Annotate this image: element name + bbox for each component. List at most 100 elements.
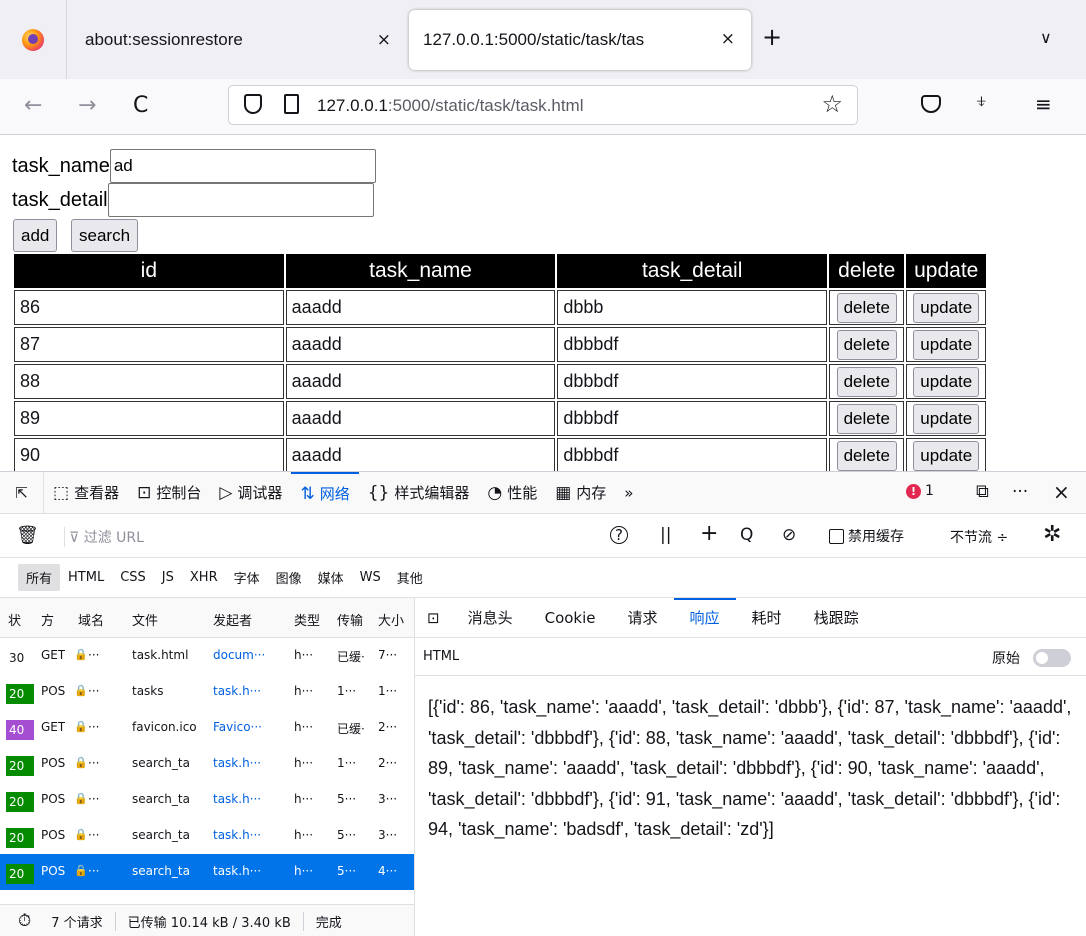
url-text[interactable]: 127.0.0.1:5000/static/task/task.html <box>317 96 584 116</box>
pocket-icon[interactable] <box>921 95 941 113</box>
request-row[interactable]: 30 🔒 GET ··· task.html docum··· h··· 已缓· 7··· <box>0 638 414 674</box>
update-button[interactable]: update <box>913 366 980 397</box>
type-filter-button[interactable]: 所有 <box>18 564 61 591</box>
url-bar[interactable]: 127.0.0.1:5000/static/task/task.html ☆ <box>228 85 858 125</box>
update-button[interactable]: update <box>913 403 980 434</box>
devtools-tab-network[interactable]: ⇅ 网络 <box>291 471 359 514</box>
throttle-select[interactable]: 不节流 ÷ <box>950 527 1008 547</box>
type-filter-button[interactable]: HTML <box>60 566 112 589</box>
devtools-tab-debugger[interactable]: ▷ 调试器 <box>210 472 291 514</box>
devtools-tab-memory[interactable]: ▦ 内存 <box>546 472 615 514</box>
error-count-badge[interactable]: ! 1 <box>906 483 934 499</box>
update-button[interactable]: update <box>913 329 980 360</box>
cell-task-name: aaadd <box>285 290 556 325</box>
error-count: 1 <box>925 483 934 499</box>
devtools-tab-performance[interactable]: ◔ 性能 <box>478 472 546 514</box>
response-tab[interactable]: 响应 <box>673 597 736 638</box>
reload-button[interactable]: C <box>133 93 148 118</box>
update-button[interactable]: update <box>913 292 980 323</box>
response-tab[interactable]: 栈跟踪 <box>798 598 875 638</box>
more-options-icon[interactable]: ··· <box>1012 482 1028 502</box>
type-filter-button[interactable]: 其他 <box>389 564 431 591</box>
search-icon[interactable]: Q <box>740 525 753 545</box>
tab-close-icon[interactable]: × <box>377 30 391 50</box>
tab-sessionrestore[interactable]: about:sessionrestore × <box>67 0 405 79</box>
checkbox-box[interactable] <box>829 528 844 544</box>
type-filter-button[interactable]: 字体 <box>226 564 268 591</box>
delete-button[interactable]: delete <box>836 366 897 397</box>
response-tab[interactable]: 请求 <box>612 598 674 638</box>
forward-button[interactable]: → <box>78 93 96 118</box>
page-info-icon[interactable] <box>284 94 299 114</box>
add-button[interactable]: add <box>13 219 58 252</box>
task-detail-input[interactable] <box>107 183 374 217</box>
task-name-input[interactable] <box>109 149 376 183</box>
type-filter-button[interactable]: 图像 <box>268 564 310 591</box>
type-filter-button[interactable]: 媒体 <box>310 564 352 591</box>
settings-gear-icon[interactable]: ✲ <box>1043 522 1061 547</box>
tab-list-chevron-icon[interactable]: ∨ <box>1040 28 1052 47</box>
col-type[interactable]: 类型 <box>294 610 324 629</box>
delete-button[interactable]: delete <box>836 292 897 323</box>
more-tabs-button[interactable]: » <box>615 472 642 514</box>
request-row[interactable]: 20 🔒 POS ··· tasks task.h··· h··· 1··· 1··· <box>0 674 414 710</box>
add-request-icon[interactable]: + <box>700 521 718 546</box>
back-button[interactable]: ← <box>24 93 42 118</box>
pause-icon[interactable]: || <box>660 525 671 545</box>
close-devtools-icon[interactable]: × <box>1053 480 1070 504</box>
col-initiator[interactable]: 发起者 <box>213 610 273 629</box>
type-filter-button[interactable]: JS <box>154 566 182 589</box>
devtools-tab-inspector[interactable]: ⬚ 查看器 <box>44 472 128 514</box>
request-row[interactable]: 20 🔒 POS ··· search_ta task.h··· h··· 5··· 4··· <box>0 854 414 890</box>
response-tab[interactable]: 耗时 <box>736 598 798 638</box>
timer-icon[interactable]: ⏱ <box>18 911 31 931</box>
toggle-sidebar-icon[interactable]: ⊡ <box>415 609 452 627</box>
search-button[interactable]: search <box>71 219 139 252</box>
delete-button[interactable]: delete <box>836 440 897 471</box>
request-row[interactable]: 20 🔒 POS ··· search_ta task.h··· h··· 5··· 3··· <box>0 818 414 854</box>
delete-button[interactable]: delete <box>836 329 897 360</box>
request-row[interactable]: 40 🔒 GET ··· favicon.ico Favico··· h··· 已缓· 2··· <box>0 710 414 746</box>
element-picker-icon[interactable]: ⇱ <box>0 471 44 514</box>
type-filter-button[interactable]: WS <box>352 566 389 589</box>
filter-url-input[interactable]: ⊽ 过滤 URL <box>64 527 144 547</box>
tab-close-icon[interactable]: × <box>721 29 735 49</box>
raw-toggle[interactable] <box>1033 649 1071 667</box>
extensions-icon[interactable]: ⍖ <box>975 89 988 114</box>
disable-cache-checkbox[interactable]: 禁用缓存 <box>829 526 904 546</box>
firefox-view-button[interactable] <box>0 0 67 79</box>
request-initiator: task.h··· <box>213 828 262 842</box>
request-row[interactable]: 20 🔒 POS ··· search_ta task.h··· h··· 5··· 3··· <box>0 782 414 818</box>
col-domain[interactable]: 域名 <box>78 610 118 629</box>
update-button[interactable]: update <box>913 440 980 471</box>
clear-trash-icon[interactable]: 🗑 <box>16 525 39 546</box>
type-filter-button[interactable]: CSS <box>112 566 154 589</box>
filter-icon: ⊽ <box>69 530 80 546</box>
hamburger-menu-icon[interactable]: ≡ <box>1035 92 1052 116</box>
new-tab-button[interactable]: + <box>762 23 782 51</box>
request-row[interactable]: 20 🔒 POS ··· search_ta task.h··· h··· 1··· 2··· <box>0 746 414 782</box>
col-method[interactable]: 方 <box>41 610 63 629</box>
devtools-tab-style-editor[interactable]: {} 样式编辑器 <box>359 472 479 514</box>
col-status[interactable]: 状 <box>8 610 28 629</box>
col-header-delete: delete <box>829 254 905 288</box>
delete-button[interactable]: delete <box>836 403 897 434</box>
response-tab[interactable]: 消息头 <box>452 598 529 638</box>
type-filter-button[interactable]: XHR <box>182 566 226 589</box>
request-transferred: 1··· <box>337 684 357 698</box>
col-header-task-detail: task_detail <box>557 254 828 288</box>
dock-icon[interactable]: ⧉ <box>976 481 989 502</box>
help-icon[interactable]: ? <box>610 526 628 544</box>
tracking-shield-icon[interactable] <box>244 94 262 114</box>
task-detail-row: task_detail <box>12 183 374 217</box>
col-file[interactable]: 文件 <box>132 610 172 629</box>
devtools-panel: ⇱ ⬚ 查看器 ⊡ 控制台 ▷ 调试器 ⇅ 网络{} 样式编辑器 ◔ 性能 ▦ 内存 » ! 1 ⧉ ··… <box>0 471 1086 936</box>
lock-icon: 🔒 <box>74 720 88 733</box>
col-transferred[interactable]: 传输 <box>337 610 367 629</box>
bookmark-star-icon[interactable]: ☆ <box>821 90 843 118</box>
response-tab[interactable]: Cookie <box>529 598 612 638</box>
col-size[interactable]: 大小 <box>378 610 408 629</box>
block-icon[interactable]: ⊘ <box>782 525 796 545</box>
devtools-tab-console[interactable]: ⊡ 控制台 <box>128 472 210 514</box>
tab-task-page[interactable]: 127.0.0.1:5000/static/task/tas × <box>409 10 751 70</box>
